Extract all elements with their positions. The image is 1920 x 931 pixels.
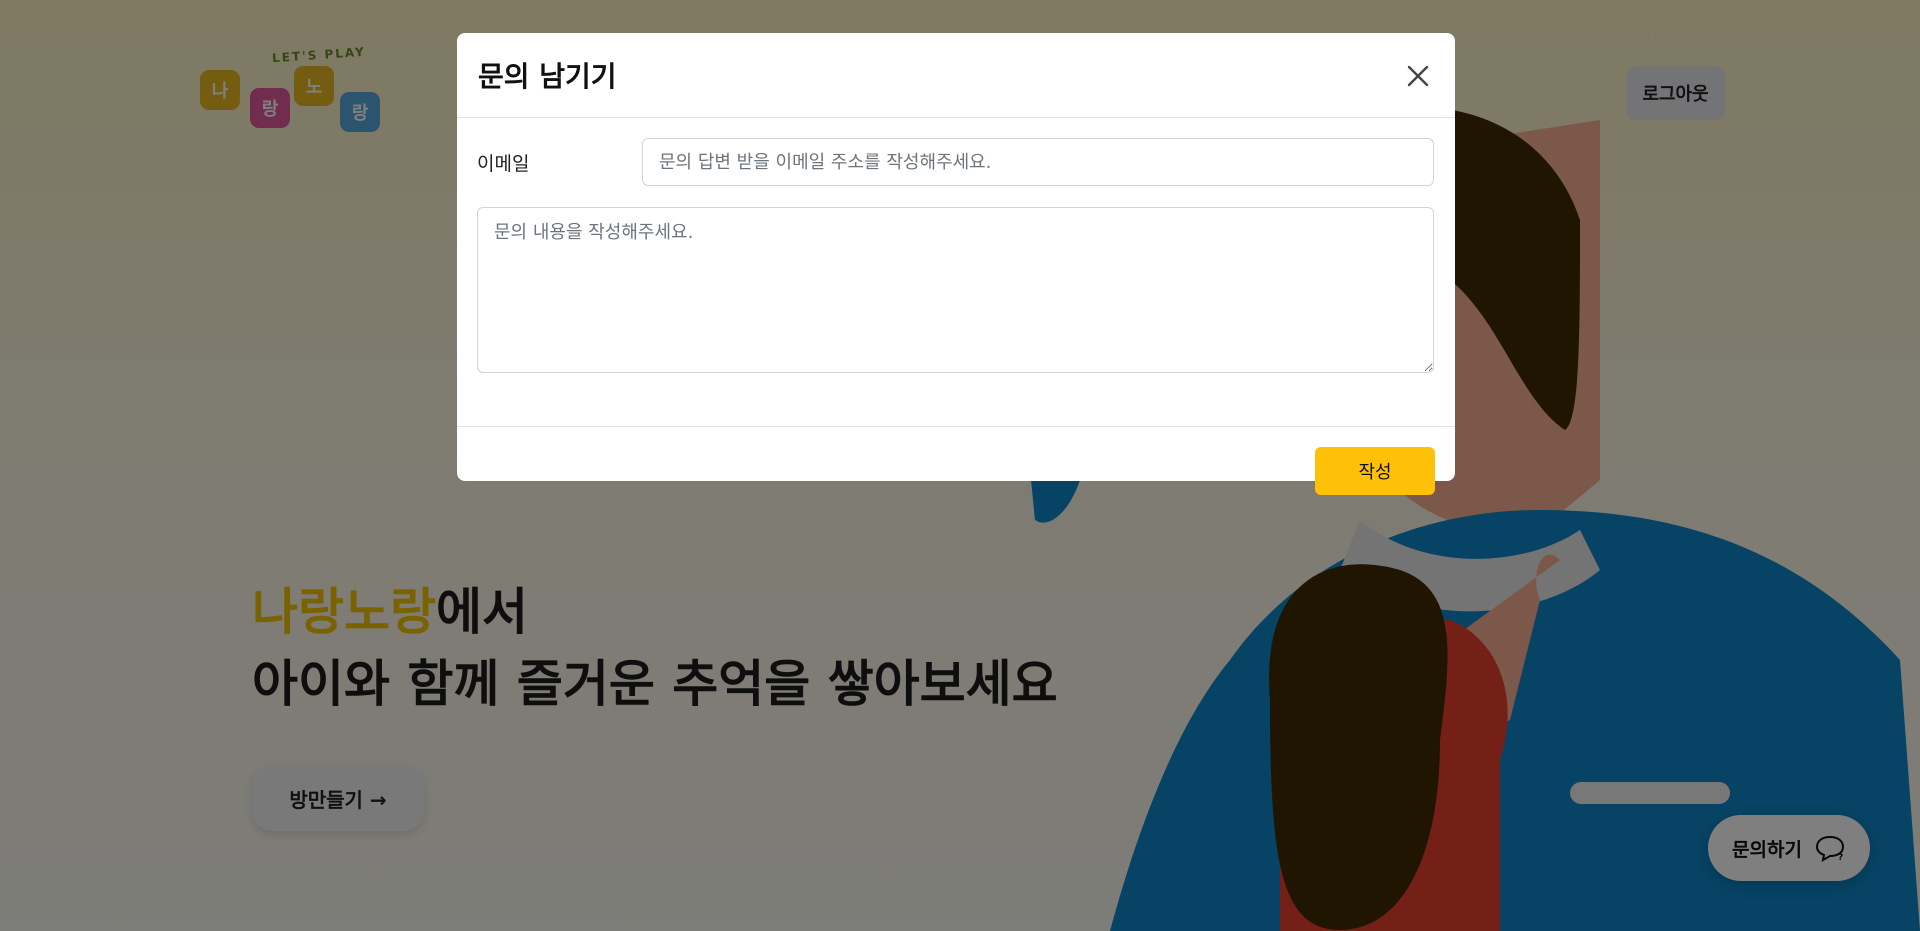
inquiry-modal: 문의 남기기 이메일 작성 [457,33,1455,495]
email-input[interactable] [642,138,1434,186]
close-icon [1407,65,1429,87]
submit-button[interactable]: 작성 [1315,447,1435,495]
email-label: 이메일 [477,152,530,175]
email-row: 이메일 [477,138,1435,186]
modal-footer: 작성 [457,427,1455,495]
modal-body: 이메일 [457,118,1455,427]
modal-header: 문의 남기기 [457,33,1455,118]
inquiry-content-textarea[interactable] [477,207,1434,373]
close-button[interactable] [1401,59,1435,93]
modal-title: 문의 남기기 [478,60,617,93]
